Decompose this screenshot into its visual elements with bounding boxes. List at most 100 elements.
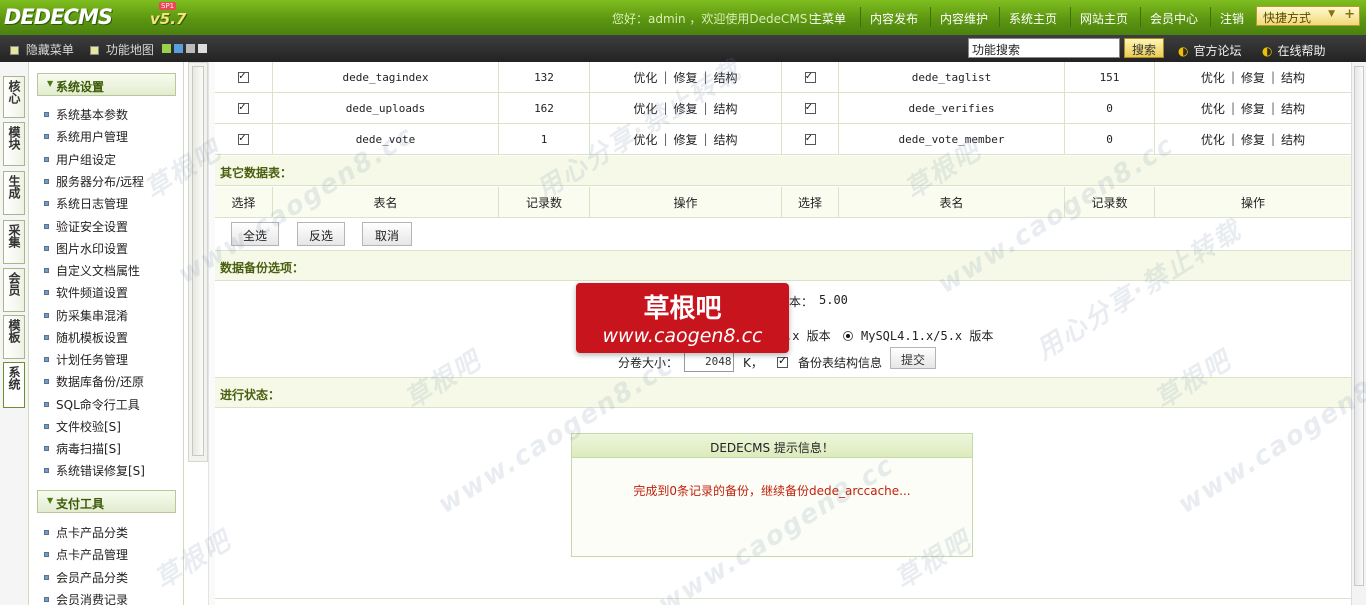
menu-scrollbar-thumb[interactable] [192,66,204,456]
structure-link[interactable]: 结构 [1281,100,1305,117]
tab-system[interactable]: 系统 [3,362,25,408]
nav-content-publish[interactable]: 内容发布 [870,10,918,27]
nav-main-menu[interactable]: 主菜单 [810,10,846,27]
nav-logout[interactable]: 注销 [1220,10,1244,27]
table-checkbox[interactable] [804,100,816,114]
optimize-link[interactable]: 优化 [633,131,657,148]
menu-item[interactable]: 系统用户管理 [44,128,128,145]
logo-text: DEDECMS [4,5,113,29]
nav-separator [1140,7,1141,27]
table-checkbox[interactable] [238,100,249,114]
optimize-link[interactable]: 优化 [633,69,657,86]
radio-option-old[interactable]: .x 版本 [785,327,831,344]
menu-item[interactable]: 点卡产品分类 [44,524,128,541]
nav-system-home[interactable]: 系统主页 [1009,10,1057,27]
cancel-select-button[interactable]: 取消 [362,222,412,246]
official-forum-link[interactable]: ◐ 官方论坛 [1178,42,1242,59]
repair-link[interactable]: 修复 [1241,131,1265,148]
structure-link[interactable]: 结构 [714,100,738,117]
tab-member[interactable]: 会员 [3,268,25,312]
menu-item[interactable]: 验证安全设置 [44,218,128,235]
nav-content-maintain[interactable]: 内容维护 [940,10,988,27]
skin-blue-swatch[interactable] [174,44,183,53]
repair-link[interactable]: 修复 [673,131,697,148]
sitemap-button[interactable]: 功能地图 [90,41,154,58]
sep: | [1230,132,1235,146]
panel-divider[interactable] [208,62,215,605]
menu-scrollbar[interactable] [188,62,208,462]
nav-site-home[interactable]: 网站主页 [1080,10,1128,27]
backup-structure-checkbox[interactable] [777,354,788,368]
bullet-icon [44,402,49,407]
skin-gray-swatch[interactable] [186,44,195,53]
optimize-link[interactable]: 优化 [1201,100,1225,117]
sep: | [1230,101,1235,115]
bullet-icon [44,597,49,602]
function-search-input[interactable]: 功能搜索 [968,38,1120,58]
menu-item[interactable]: 会员产品分类 [44,569,128,586]
table-row: dede_uploads 162 优化|修复|结构 dede_verifies … [215,93,1351,124]
tab-template[interactable]: 模板 [3,315,25,359]
plus-icon[interactable]: + [1344,7,1355,22]
submit-button[interactable]: 提交 [890,347,936,369]
table-checkbox[interactable] [804,131,816,145]
structure-link[interactable]: 结构 [1281,131,1305,148]
hide-menu-button[interactable]: 隐藏菜单 [10,41,74,58]
structure-link[interactable]: 结构 [714,131,738,148]
section-title-other-tables: 其它数据表： [215,156,1351,186]
table-checkbox[interactable] [238,131,249,145]
repair-link[interactable]: 修复 [673,69,697,86]
quick-links-dropdown[interactable]: 快捷方式 ▼ + [1256,6,1360,26]
menu-item[interactable]: 数据库备份/还原 [44,373,144,390]
volume-size-input[interactable]: 2048 [684,350,734,372]
table-checkbox[interactable] [238,69,249,83]
menu-section-system-settings[interactable]: ▼ 系统设置 [37,73,176,96]
menu-item[interactable]: 系统错误修复[S] [44,462,145,479]
backup-structure-option[interactable]: 备份表结构信息 [777,354,882,371]
skin-green-swatch[interactable] [162,44,171,53]
invert-select-button[interactable]: 反选 [297,222,345,246]
main-scrollbar[interactable] [1351,62,1366,605]
skin-white-swatch[interactable] [198,44,207,53]
menu-item[interactable]: 防采集串混淆 [44,307,128,324]
table-checkbox[interactable] [804,69,816,83]
select-all-button[interactable]: 全选 [231,222,279,246]
repair-link[interactable]: 修复 [1241,69,1265,86]
main-scrollbar-thumb[interactable] [1354,66,1364,586]
menu-section-payment-tools[interactable]: ▼ 支付工具 [37,490,176,513]
online-help-link[interactable]: ◐ 在线帮助 [1262,42,1326,59]
menu-item[interactable]: 用户组设定 [44,151,116,168]
repair-link[interactable]: 修复 [1241,100,1265,117]
tab-modules[interactable]: 模块 [3,122,25,166]
menu-item[interactable]: 点卡产品管理 [44,546,128,563]
menu-item[interactable]: 系统日志管理 [44,195,128,212]
menu-item[interactable]: 图片水印设置 [44,240,128,257]
menu-item[interactable]: 计划任务管理 [44,351,128,368]
menu-item[interactable]: 文件校验[S] [44,418,121,435]
menu-item[interactable]: 服务器分布/远程 [44,173,144,190]
table-name: dede_verifies [839,93,1065,123]
optimize-link[interactable]: 优化 [1201,131,1225,148]
radio-mysql41[interactable] [843,331,853,341]
tab-core[interactable]: 核心 [3,76,25,118]
optimize-link[interactable]: 优化 [633,100,657,117]
column-header: 选择 [782,187,839,217]
menu-item[interactable]: SQL命令行工具 [44,396,140,413]
repair-link[interactable]: 修复 [673,100,697,117]
tab-collect[interactable]: 采集 [3,220,25,264]
menu-item[interactable]: 软件频道设置 [44,284,128,301]
optimize-link[interactable]: 优化 [1201,69,1225,86]
menu-item[interactable]: 系统基本参数 [44,106,128,123]
tab-generate[interactable]: 生成 [3,171,25,215]
sep: | [663,70,668,84]
structure-link[interactable]: 结构 [1281,69,1305,86]
menu-item[interactable]: 会员消费记录 [44,591,128,605]
menu-item[interactable]: 自定义文档属性 [44,262,140,279]
menu-item[interactable]: 随机模板设置 [44,329,128,346]
structure-link[interactable]: 结构 [714,69,738,86]
search-button[interactable]: 搜索 [1124,38,1164,58]
nav-member-center[interactable]: 会员中心 [1150,10,1198,27]
radio-option-new[interactable]: MySQL4.1.x/5.x 版本 [843,327,993,344]
menu-item[interactable]: 病毒扫描[S] [44,440,121,457]
bullet-icon [44,357,49,362]
